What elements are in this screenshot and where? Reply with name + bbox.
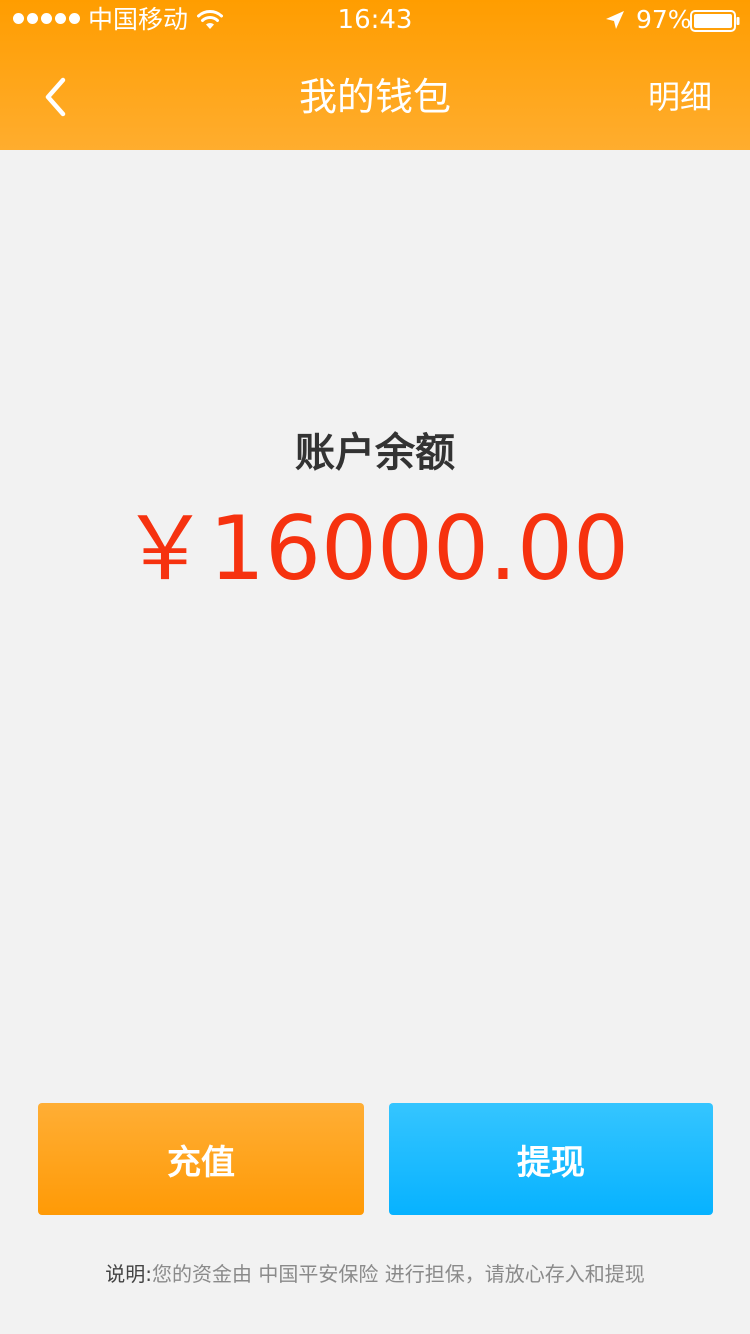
battery-icon xyxy=(690,10,740,32)
detail-link[interactable]: 明细 xyxy=(648,74,712,120)
note-label: 说明: xyxy=(105,1262,153,1286)
location-arrow-icon xyxy=(606,11,624,29)
balance-amount: ￥16000.00 xyxy=(121,497,629,600)
app-header: 中国移动 16:43 97% 我的钱包 明细 xyxy=(0,0,750,150)
balance-label: 账户余额 xyxy=(295,430,455,476)
status-bar: 中国移动 16:43 97% xyxy=(0,0,750,40)
battery-percentage: 97% xyxy=(636,5,692,34)
page-title: 我的钱包 xyxy=(298,75,451,119)
guarantee-note: 说明:您的资金由 中国平安保险 进行担保，请放心存入和提现 xyxy=(0,1259,750,1289)
recharge-button[interactable]: 充值 xyxy=(38,1103,364,1215)
withdraw-button-label: 提现 xyxy=(517,1142,585,1183)
note-text: 您的资金由 中国平安保险 进行担保，请放心存入和提现 xyxy=(152,1262,645,1286)
recharge-button-label: 充值 xyxy=(167,1142,235,1183)
withdraw-button[interactable]: 提现 xyxy=(389,1103,713,1215)
